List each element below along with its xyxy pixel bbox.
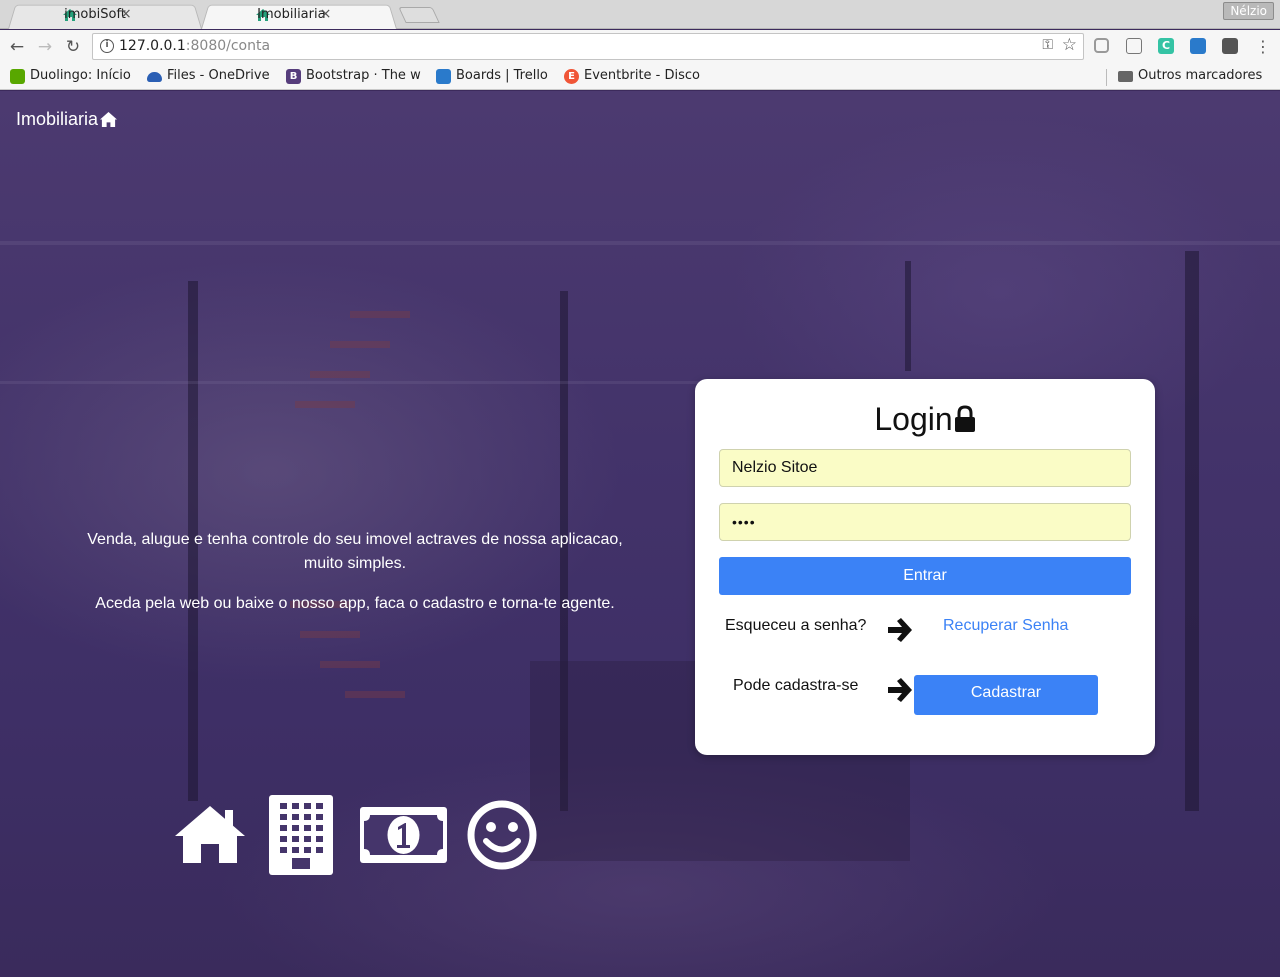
page-background: Imobiliaria Venda, alugue e tenha contro…: [0, 91, 1280, 977]
forgot-password-text: Esqueceu a senha?: [725, 617, 867, 634]
new-tab-button[interactable]: [398, 7, 440, 23]
home-icon: [100, 111, 118, 128]
tab-close-icon[interactable]: ×: [320, 6, 332, 22]
tagline-subtext: Aceda pela web ou baixe o nosso app, fac…: [95, 595, 615, 612]
navbar-brand[interactable]: Imobiliaria: [16, 109, 118, 130]
address-bar[interactable]: i 127.0.0.1:8080/conta ⚿ ☆: [92, 33, 1084, 60]
stair-step: [295, 401, 355, 408]
background-pillar: [905, 261, 911, 371]
forward-icon[interactable]: →: [34, 36, 56, 58]
key-icon[interactable]: ⚿: [1042, 37, 1053, 53]
extension-c-icon[interactable]: C: [1158, 38, 1174, 54]
eventbrite-icon: E: [564, 69, 579, 84]
username-field[interactable]: [719, 449, 1131, 487]
background-beam: [0, 241, 1280, 245]
money-bill-icon: [360, 807, 447, 863]
profile-button[interactable]: Nélzio: [1223, 2, 1274, 20]
bookmark-trello[interactable]: Boards | Trello: [436, 68, 556, 86]
register-prompt-text: Pode cadastra-se: [733, 677, 859, 694]
bookmark-label: Duolingo: Início: [30, 68, 131, 83]
tab-imobisoft[interactable]: imobiSoft ×: [8, 2, 202, 30]
lock-icon: [954, 405, 975, 432]
star-icon[interactable]: ☆: [1062, 35, 1077, 55]
arrow-right-icon: [888, 678, 912, 702]
stair-step: [320, 661, 380, 668]
tab-close-icon[interactable]: ×: [120, 6, 132, 22]
bookmark-label: Bootstrap · The w: [306, 68, 421, 83]
tab-imobiliaria[interactable]: Imobiliaria ×: [201, 2, 397, 30]
browser-tabstrip: imobiSoft × Imobiliaria × Nélzio: [0, 0, 1280, 30]
bookmark-onedrive[interactable]: Files - OneDrive: [147, 68, 277, 86]
login-title: Login: [695, 401, 1155, 438]
extension-trello-icon[interactable]: [1190, 38, 1206, 54]
stair-step: [350, 311, 410, 318]
bootstrap-icon: B: [286, 69, 301, 84]
back-icon[interactable]: ←: [6, 36, 28, 58]
tab-title: Imobiliaria: [257, 7, 326, 22]
login-card: Login •••• Entrar Esqueceu a senha? Recu…: [695, 379, 1155, 755]
extension-cube-icon[interactable]: [1094, 38, 1109, 53]
duolingo-icon: [10, 69, 25, 84]
tab-title: imobiSoft: [64, 7, 126, 22]
browser-toolbar: ← → ↻ i 127.0.0.1:8080/conta ⚿ ☆ C ⋮: [0, 30, 1280, 64]
bookmark-label: Files - OneDrive: [167, 68, 270, 83]
building-icon: [269, 795, 333, 875]
login-title-text: Login: [874, 401, 953, 437]
background-beam: [0, 381, 700, 384]
tagline-text: Venda, alugue e tenha controle do seu im…: [87, 531, 623, 572]
stair-step: [300, 631, 360, 638]
extension-grid-icon[interactable]: [1222, 38, 1238, 54]
bookmark-bootstrap[interactable]: B Bootstrap · The w: [286, 68, 424, 86]
folder-icon: [1118, 71, 1133, 82]
register-button[interactable]: Cadastrar: [914, 675, 1098, 715]
brand-text: Imobiliaria: [16, 109, 99, 129]
stair-step: [310, 371, 370, 378]
arrow-right-icon: [888, 618, 912, 642]
password-field[interactable]: ••••: [719, 503, 1131, 541]
background-pillar: [1185, 251, 1199, 811]
bookmark-separator: [1106, 69, 1107, 86]
menu-icon[interactable]: ⋮: [1252, 36, 1274, 58]
home-icon: [175, 806, 245, 863]
stair-step: [345, 691, 405, 698]
bookmark-duolingo[interactable]: Duolingo: Início: [10, 68, 138, 86]
info-icon[interactable]: i: [100, 39, 114, 53]
bookmark-label: Boards | Trello: [456, 68, 548, 83]
cloud-icon: [147, 72, 162, 82]
reload-icon[interactable]: ↻: [62, 36, 84, 58]
extension-window-icon[interactable]: [1126, 38, 1142, 54]
stair-step: [330, 341, 390, 348]
recover-password-link[interactable]: Recuperar Senha: [943, 617, 1068, 635]
bookmark-label: Eventbrite - Disco: [584, 68, 700, 83]
url-text: 127.0.0.1:8080/conta: [119, 38, 271, 54]
bookmarks-bar: Duolingo: Início Files - OneDrive B Boot…: [0, 64, 1280, 90]
bookmark-label: Outros marcadores: [1138, 68, 1263, 83]
bookmark-other-folder[interactable]: Outros marcadores: [1118, 68, 1278, 86]
login-submit-button[interactable]: Entrar: [719, 557, 1131, 595]
trello-icon: [436, 69, 451, 84]
bookmark-eventbrite[interactable]: E Eventbrite - Disco: [564, 68, 702, 86]
smile-icon: [467, 800, 537, 870]
